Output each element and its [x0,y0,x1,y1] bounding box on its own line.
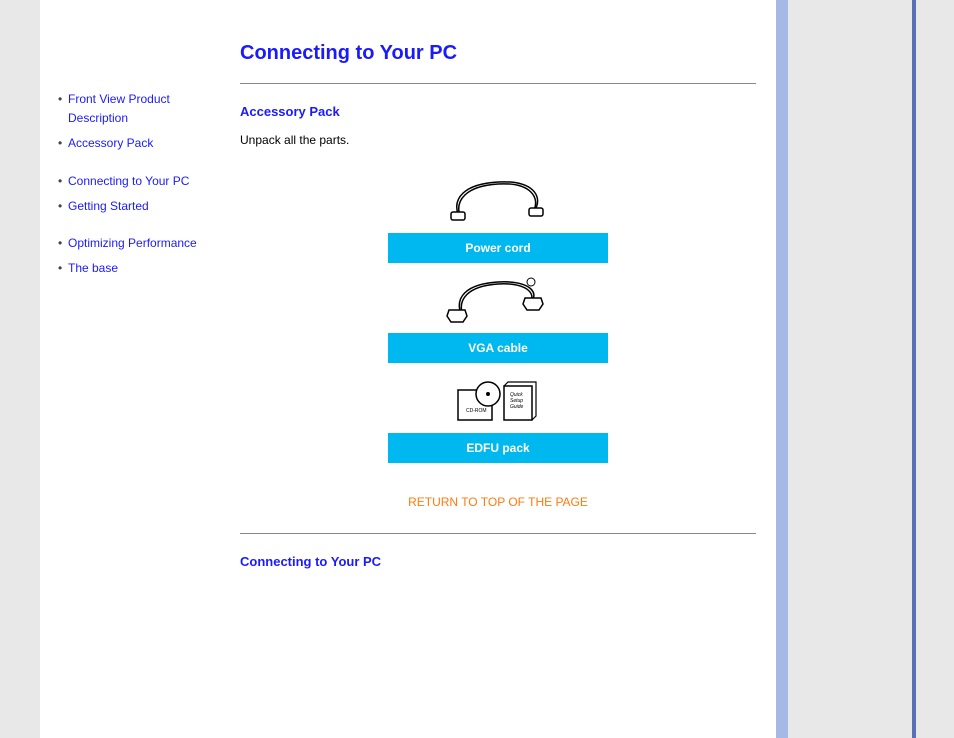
sidebar-link[interactable]: Accessory Pack [68,136,153,150]
accessory-vga-cable: VGA cable [388,271,608,363]
sidebar-item-front-view[interactable]: Front View Product Description [58,90,210,128]
accessories-list: Power cord VGA cable [240,171,756,471]
right-border-bar [776,0,788,738]
accessory-label: VGA cable [388,333,608,363]
page-title: Connecting to Your PC [240,42,756,65]
sidebar-item-connecting[interactable]: Connecting to Your PC [58,172,210,191]
accessory-label: EDFU pack [388,433,608,463]
accessory-edfu-pack: CD-ROM Quick Setup Guide EDFU pack [388,371,608,463]
divider [240,83,756,84]
sidebar-link[interactable]: Connecting to Your PC [68,174,189,188]
svg-text:Guide: Guide [510,404,524,410]
sidebar-link[interactable]: The base [68,261,118,275]
return-to-top-link[interactable]: RETURN TO TOP OF THE PAGE [408,495,588,509]
svg-text:CD-ROM: CD-ROM [466,408,487,414]
return-to-top[interactable]: RETURN TO TOP OF THE PAGE [240,493,756,511]
section-heading-accessory-pack: Accessory Pack [240,104,756,119]
main-content: Connecting to Your PC Accessory Pack Unp… [220,0,776,738]
power-cord-icon [438,171,558,227]
vga-cable-icon [438,271,558,327]
sidebar-item-accessory-pack[interactable]: Accessory Pack [58,134,210,153]
section-heading-connecting: Connecting to Your PC [240,554,756,569]
sidebar-link[interactable]: Optimizing Performance [68,236,197,250]
sidebar-item-getting-started[interactable]: Getting Started [58,197,210,216]
accessory-label: Power cord [388,233,608,263]
sidebar-link[interactable]: Getting Started [68,199,149,213]
accessory-power-cord: Power cord [388,171,608,263]
sidebar-link[interactable]: Front View Product Description [68,92,170,125]
divider [240,533,756,534]
edfu-pack-icon: CD-ROM Quick Setup Guide [438,371,558,427]
sidebar-nav: Front View Product Description Accessory… [40,0,220,738]
sidebar-item-optimizing[interactable]: Optimizing Performance [58,234,210,253]
unpack-text: Unpack all the parts. [240,133,756,147]
sidebar-item-the-base[interactable]: The base [58,259,210,278]
page-wrapper: Front View Product Description Accessory… [40,0,776,738]
right-edge-bar [912,0,916,738]
